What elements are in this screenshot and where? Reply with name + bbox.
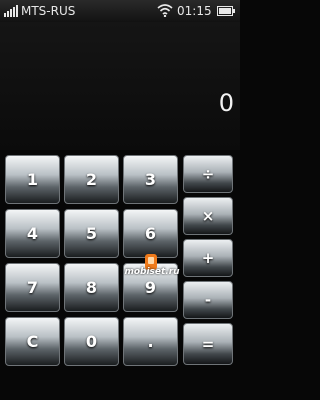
multiply-button[interactable]: × [183, 197, 233, 235]
key-8[interactable]: 8 [64, 263, 119, 312]
clear-button[interactable]: C [5, 317, 60, 366]
key-3[interactable]: 3 [123, 155, 178, 204]
divide-button[interactable]: ÷ [183, 155, 233, 193]
display-value: 0 [218, 89, 234, 117]
signal-bars-icon [4, 5, 18, 17]
carrier-name: MTS-RUS [21, 4, 76, 18]
key-2[interactable]: 2 [64, 155, 119, 204]
calculator-display: 0 [0, 22, 240, 150]
key-6[interactable]: 6 [123, 209, 178, 258]
key-7[interactable]: 7 [5, 263, 60, 312]
minus-button[interactable]: - [183, 281, 233, 319]
watermark-text: mobiset.ru [124, 267, 180, 277]
battery-icon [217, 6, 235, 16]
wifi-icon [157, 4, 173, 17]
key-1[interactable]: 1 [5, 155, 60, 204]
key-5[interactable]: 5 [64, 209, 119, 258]
key-0[interactable]: 0 [64, 317, 119, 366]
key-4[interactable]: 4 [5, 209, 60, 258]
plus-button[interactable]: + [183, 239, 233, 277]
clock: 01:15 [177, 4, 212, 18]
status-bar: MTS-RUS 01:15 [0, 0, 240, 22]
decimal-point-button[interactable]: . [123, 317, 178, 366]
equals-button[interactable]: = [183, 323, 233, 365]
